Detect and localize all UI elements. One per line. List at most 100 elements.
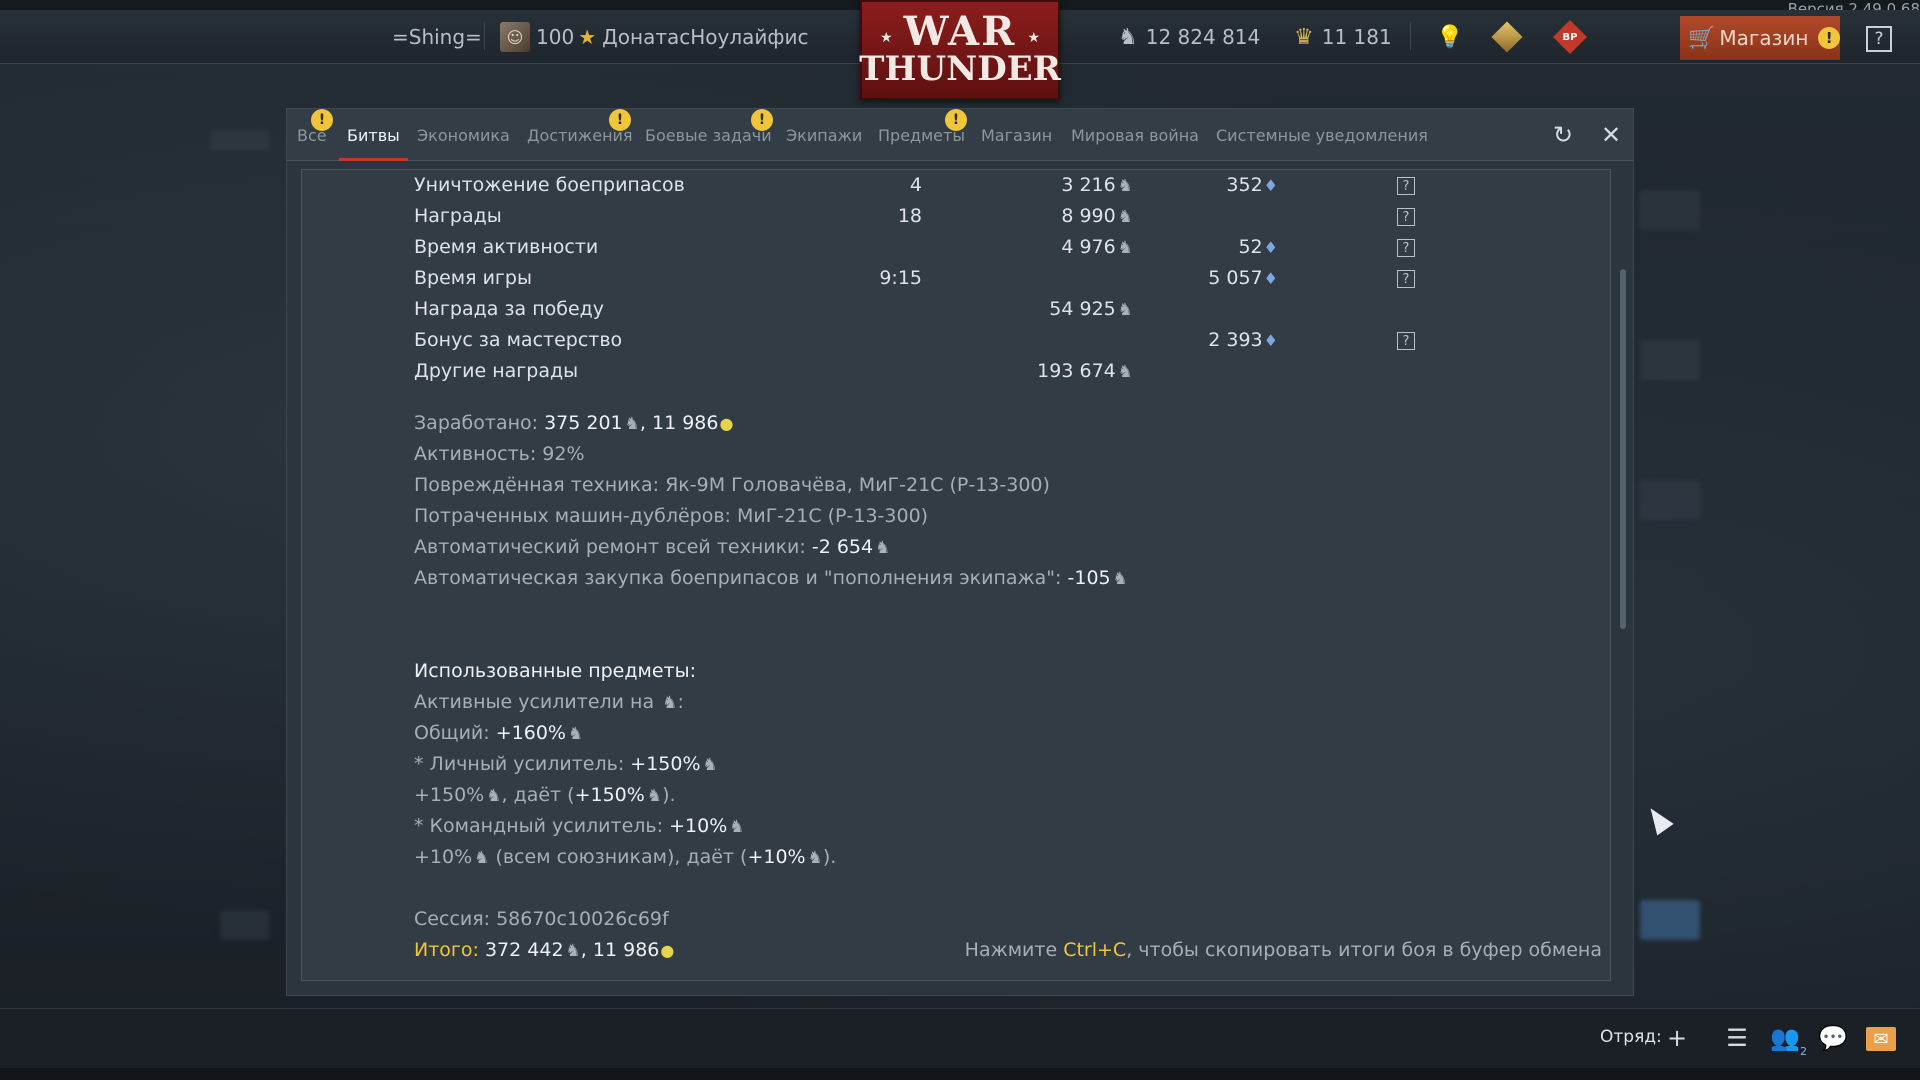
tab-warning-icon: !	[945, 109, 967, 131]
squad-booster-line: * Командный усилитель: +10% ♞	[414, 815, 745, 837]
premium-button[interactable]	[1491, 10, 1523, 64]
help-icon[interactable]: ?	[1397, 208, 1415, 226]
mail-icon[interactable]: ✉	[1866, 1027, 1896, 1051]
scrollbar-thumb[interactable]	[1620, 269, 1626, 629]
earned-sl: 375 201	[544, 412, 623, 434]
row-label: Награды	[414, 205, 502, 227]
table-row: Время игры 9:15 5 057♦ ?	[302, 263, 1610, 294]
earned-line: Заработано: 375 201 ♞, 11 986●	[414, 412, 734, 434]
lion-icon: ♞	[624, 414, 640, 434]
row-label: Награда за победу	[414, 298, 605, 320]
lion-icon: ♞	[1117, 300, 1133, 320]
help-icon[interactable]: ?	[1397, 270, 1415, 288]
row-sl: 193 674	[1037, 360, 1116, 382]
refresh-icon[interactable]: ↻	[1549, 121, 1577, 149]
lion-icon: ♞	[474, 848, 490, 868]
hint-text: Нажмите	[964, 939, 1064, 961]
lion-icon: ♞	[662, 693, 678, 713]
player-nickname: ДонатасНоулайфис	[602, 25, 809, 49]
player-profile[interactable]: ☺ 100 ★ ДонатасНоулайфис	[500, 10, 808, 64]
lightbulb-icon: 💡	[1436, 24, 1464, 50]
session-line: Сессия: 58670c10026c69f	[414, 908, 669, 930]
close-icon[interactable]: ✕	[1597, 121, 1625, 149]
bg-shape	[220, 910, 270, 940]
total-rp: 11 986	[592, 939, 660, 961]
activity-line: Активность: 92%	[414, 443, 585, 465]
player-level: 100	[536, 25, 575, 49]
list-icon[interactable]: ☰	[1722, 1023, 1752, 1053]
items-header: Использованные предметы:	[414, 660, 696, 682]
bg-shape	[1640, 900, 1700, 940]
tab-warning-icon: !	[311, 109, 333, 131]
lightbulb-icon: ●	[719, 414, 734, 433]
bp-label: BP	[1562, 31, 1578, 43]
friends-count: 2	[1800, 1045, 1807, 1058]
row-label: Время игры	[414, 267, 532, 289]
squad-label: Отряд:	[1600, 1027, 1662, 1047]
rp-icon: ♦	[1263, 331, 1278, 350]
auto-repair-value: -2 654	[811, 536, 874, 558]
shop-label: Магазин	[1719, 26, 1809, 50]
detail-text: (всем союзникам), даёт (	[489, 846, 748, 868]
bg-shape	[1640, 190, 1700, 230]
total-sl: 372 442	[484, 939, 564, 961]
lion-icon: ♞	[1117, 238, 1133, 258]
auto-purchase-line: Автоматическая закупка боеприпасов и "по…	[414, 567, 1128, 589]
tab-world-war[interactable]: Мировая война	[1071, 109, 1199, 161]
auto-repair-line: Автоматический ремонт всей техники: -2 6…	[414, 536, 890, 558]
personal-value: +150%	[630, 753, 701, 775]
war-thunder-logo[interactable]: ★ ★ WAR THUNDER	[859, 0, 1061, 100]
hint-shortcut: Ctrl+C	[1063, 939, 1127, 961]
tab-system-notifications[interactable]: Системные уведомления	[1216, 109, 1428, 161]
battle-pass-button[interactable]: BP	[1553, 10, 1587, 64]
table-row: Другие награды 193 674 ♞	[302, 356, 1610, 387]
silver-lions-balance[interactable]: ♞ 12 824 814	[1118, 10, 1260, 64]
total-label: Итого:	[414, 939, 479, 961]
golden-eagles-balance[interactable]: ♛ 11 181	[1294, 10, 1392, 64]
chat-icon[interactable]: 💬	[1818, 1023, 1848, 1053]
row-count: 4	[909, 174, 922, 196]
detail-value: +10%	[414, 846, 473, 868]
add-squad-icon[interactable]: +	[1662, 1023, 1692, 1053]
lion-icon: ♞	[646, 786, 663, 806]
avatar: ☺	[500, 22, 530, 52]
row-rp: 2 393	[1208, 329, 1263, 351]
tab-shop[interactable]: Магазин	[981, 109, 1052, 161]
help-button[interactable]: ?	[1866, 26, 1892, 52]
tab-crews[interactable]: Экипажи	[786, 109, 862, 161]
row-sl: 3 216	[1061, 174, 1116, 196]
rp-icon: ♦	[1263, 238, 1278, 257]
shop-button[interactable]: 🛒 Магазин !	[1680, 16, 1840, 60]
golden-eagles-value: 11 181	[1321, 25, 1392, 49]
premium-diamond-icon	[1491, 21, 1523, 53]
lion-icon: ♞	[565, 941, 581, 961]
row-label: Другие награды	[414, 360, 579, 382]
table-row: Уничтожение боеприпасов 4 3 216 ♞ 352♦ ?	[302, 170, 1610, 201]
tab-economy[interactable]: Экономика	[417, 109, 510, 161]
lion-icon: ♞	[1118, 24, 1138, 50]
earned-rp: 11 986	[652, 412, 719, 434]
table-row: Время активности 4 976 ♞ 52♦ ?	[302, 232, 1610, 263]
research-button[interactable]: 💡	[1436, 10, 1463, 64]
row-label: Бонус за мастерство	[414, 329, 623, 351]
squadron-tag[interactable]: =Shing=	[392, 10, 482, 64]
lion-icon: ♞	[567, 724, 584, 744]
help-icon[interactable]: ?	[1397, 239, 1415, 257]
personal-booster-detail: +150% ♞, даёт (+150% ♞).	[414, 784, 676, 806]
scrollbar[interactable]	[1620, 169, 1626, 981]
damaged-vehicles-line: Повреждённая техника: Як-9М Головачёва, …	[414, 474, 1050, 496]
bottom-strip	[0, 1068, 1920, 1080]
help-icon[interactable]: ?	[1397, 177, 1415, 195]
squad-value: +10%	[669, 815, 728, 837]
lion-icon: ♞	[702, 755, 718, 775]
lion-icon: ♞	[1117, 362, 1133, 382]
tab-battles[interactable]: Битвы	[339, 109, 408, 161]
detail-text: ).	[662, 784, 676, 806]
detail-text: ).	[822, 846, 837, 868]
logo-stars: ★ ★	[880, 30, 1040, 46]
squad-booster-detail: +10% ♞ (всем союзникам), даёт (+10% ♞).	[414, 846, 836, 868]
lion-icon: ♞	[1112, 569, 1128, 589]
friends-icon[interactable]: 👥	[1770, 1023, 1800, 1053]
help-icon[interactable]: ?	[1397, 332, 1415, 350]
earned-label: Заработано:	[414, 412, 539, 434]
